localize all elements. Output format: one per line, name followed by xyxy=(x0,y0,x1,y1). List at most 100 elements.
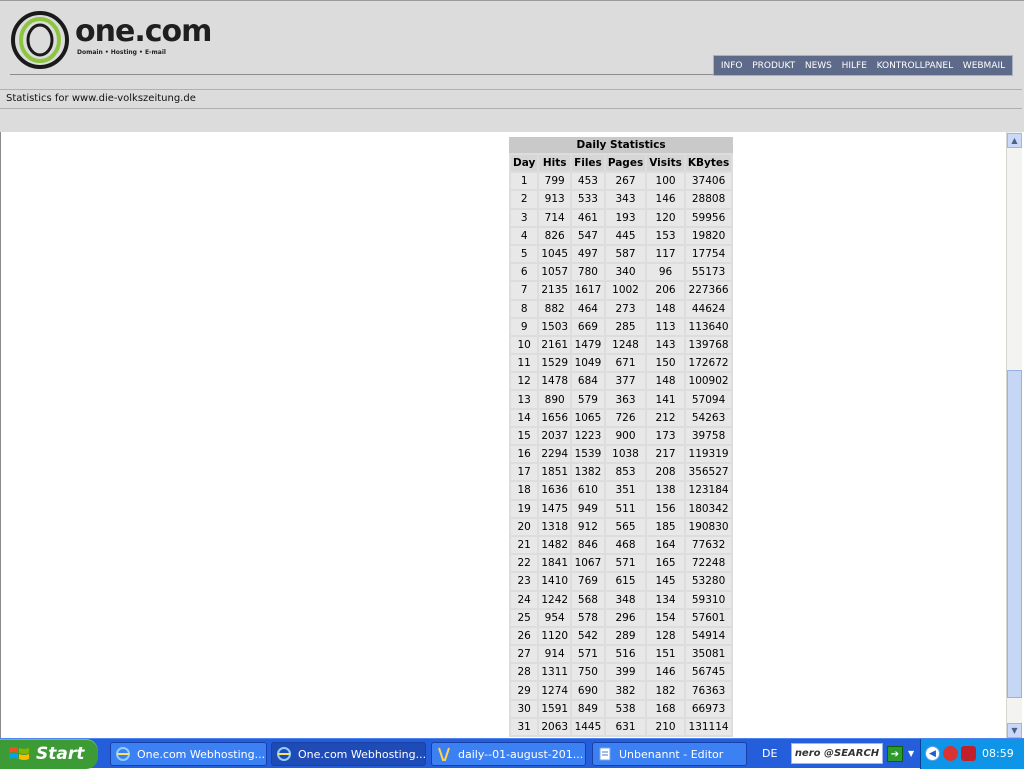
table-cell: 882 xyxy=(539,300,571,317)
table-cell: 146 xyxy=(647,664,684,681)
table-cell: 1851 xyxy=(539,464,571,481)
antivirus-icon[interactable] xyxy=(961,746,976,761)
table-cell: 150 xyxy=(647,355,684,372)
table-cell: 29 xyxy=(511,682,538,699)
logo-wordmark: one.com xyxy=(75,14,212,49)
table-cell: 12 xyxy=(511,373,538,390)
table-cell: 154 xyxy=(647,609,684,626)
table-row: 8 882 464 273 148 44624 xyxy=(511,300,732,317)
nav-item-hilfe[interactable]: HILFE xyxy=(842,61,867,71)
table-cell: 684 xyxy=(572,373,604,390)
table-cell: 148 xyxy=(647,373,684,390)
table-cell: 30 xyxy=(511,700,538,717)
table-cell: 148 xyxy=(647,300,684,317)
table-cell: 587 xyxy=(605,245,646,263)
taskbar-item-ie-1[interactable]: One.com Webhosting... xyxy=(110,742,267,766)
table-cell: 267 xyxy=(605,173,646,190)
table-cell: 96 xyxy=(647,264,684,281)
column-header-files: Files xyxy=(572,155,604,172)
table-cell: 351 xyxy=(605,482,646,499)
windows-taskbar: Start One.com Webhosting... One.com Webh… xyxy=(0,738,1024,769)
table-cell: 31 xyxy=(511,718,538,735)
table-cell: 141 xyxy=(647,391,684,408)
table-cell: 185 xyxy=(647,518,684,535)
statistics-header-bar: Statistics for www.die-volkszeitung.de xyxy=(0,89,1022,109)
nav-item-produkt[interactable]: PRODUKT xyxy=(752,61,795,71)
table-row: 15 2037 1223 900 173 39758 xyxy=(511,427,732,444)
table-cell: 1248 xyxy=(605,336,646,354)
table-cell: 285 xyxy=(605,318,646,335)
table-cell: 1410 xyxy=(539,573,571,590)
table-cell: 912 xyxy=(572,518,604,535)
column-header-day: Day xyxy=(511,155,538,172)
page-content: Daily Statistics Day Hits Files Pages Vi… xyxy=(0,132,1006,738)
search-go-button[interactable]: ➔ xyxy=(887,746,903,762)
daily-statistics-body: 1 799 453 267 100 37406 2 913 533 343 146 28808 3 714… xyxy=(511,173,732,735)
table-cell: 208 xyxy=(647,464,684,481)
table-cell: 39758 xyxy=(685,427,732,444)
nav-item-kontrollpanel[interactable]: KONTROLLPANEL xyxy=(877,61,954,71)
table-cell: 1057 xyxy=(539,264,571,281)
arrow-up-icon[interactable]: ▲ xyxy=(1007,133,1022,148)
table-cell: 37406 xyxy=(685,173,732,190)
table-cell: 9 xyxy=(511,318,538,335)
table-cell: 165 xyxy=(647,555,684,572)
start-button[interactable]: Start xyxy=(0,739,98,769)
system-clock: 08:59 xyxy=(982,747,1014,760)
vertical-scrollbar[interactable]: ▲ ▼ xyxy=(1006,132,1022,738)
table-row: 4 826 547 445 153 19820 xyxy=(511,227,732,244)
table-cell: 464 xyxy=(572,300,604,317)
notepad-icon xyxy=(599,747,611,761)
table-cell: 113 xyxy=(647,318,684,335)
table-cell: 382 xyxy=(605,682,646,699)
table-cell: 77632 xyxy=(685,536,732,554)
table-cell: 15 xyxy=(511,427,538,444)
table-row: 22 1841 1067 571 165 72248 xyxy=(511,555,732,572)
arrow-down-icon[interactable]: ▼ xyxy=(1007,723,1022,738)
table-cell: 690 xyxy=(572,682,604,699)
scrollbar-thumb[interactable] xyxy=(1007,370,1022,698)
table-cell: 17754 xyxy=(685,245,732,263)
table-cell: 671 xyxy=(605,355,646,372)
table-cell: 453 xyxy=(572,173,604,190)
table-cell: 14 xyxy=(511,409,538,426)
table-cell: 1311 xyxy=(539,664,571,681)
table-cell: 340 xyxy=(605,264,646,281)
nero-search-box[interactable]: nero @SEARCH xyxy=(791,743,883,764)
table-cell: 1445 xyxy=(572,718,604,735)
table-cell: 2063 xyxy=(539,718,571,735)
table-row: 31 2063 1445 631 210 131114 xyxy=(511,718,732,735)
daily-statistics-table: Daily Statistics Day Hits Files Pages Vi… xyxy=(509,137,734,737)
chevron-down-icon[interactable]: ▼ xyxy=(908,749,914,758)
tray-expand-icon[interactable]: ◀ xyxy=(925,746,940,761)
nav-item-webmail[interactable]: WEBMAIL xyxy=(963,61,1005,71)
table-cell: 16 xyxy=(511,446,538,463)
table-cell: 212 xyxy=(647,409,684,426)
table-cell: 799 xyxy=(539,173,571,190)
table-cell: 631 xyxy=(605,718,646,735)
table-cell: 193 xyxy=(605,209,646,226)
table-cell: 1002 xyxy=(605,282,646,299)
table-cell: 568 xyxy=(572,591,604,608)
taskbar-item-notepad[interactable]: Unbenannt - Editor xyxy=(592,742,747,766)
table-row: 11 1529 1049 671 150 172672 xyxy=(511,355,732,372)
table-cell: 134 xyxy=(647,591,684,608)
nav-item-info[interactable]: INFO xyxy=(721,61,743,71)
logo-rings-icon xyxy=(11,11,69,69)
table-cell: 542 xyxy=(572,627,604,645)
taskbar-item-ie-2[interactable]: One.com Webhosting... xyxy=(271,742,426,766)
taskbar-item-paint[interactable]: daily--01-august-201... xyxy=(431,742,586,766)
paint-icon xyxy=(438,747,450,761)
security-shield-icon[interactable] xyxy=(943,746,958,761)
table-cell: 1503 xyxy=(539,318,571,335)
table-cell: 853 xyxy=(605,464,646,481)
language-indicator[interactable]: DE xyxy=(762,747,777,760)
table-cell: 18 xyxy=(511,482,538,499)
statistics-site-label: Statistics for www.die-volkszeitung.de xyxy=(6,93,196,104)
table-row: 6 1057 780 340 96 55173 xyxy=(511,264,732,281)
table-cell: 227366 xyxy=(685,282,732,299)
table-row: 18 1636 610 351 138 123184 xyxy=(511,482,732,499)
nav-item-news[interactable]: NEWS xyxy=(805,61,832,71)
table-cell: 54914 xyxy=(685,627,732,645)
table-row: 2 913 533 343 146 28808 xyxy=(511,191,732,208)
